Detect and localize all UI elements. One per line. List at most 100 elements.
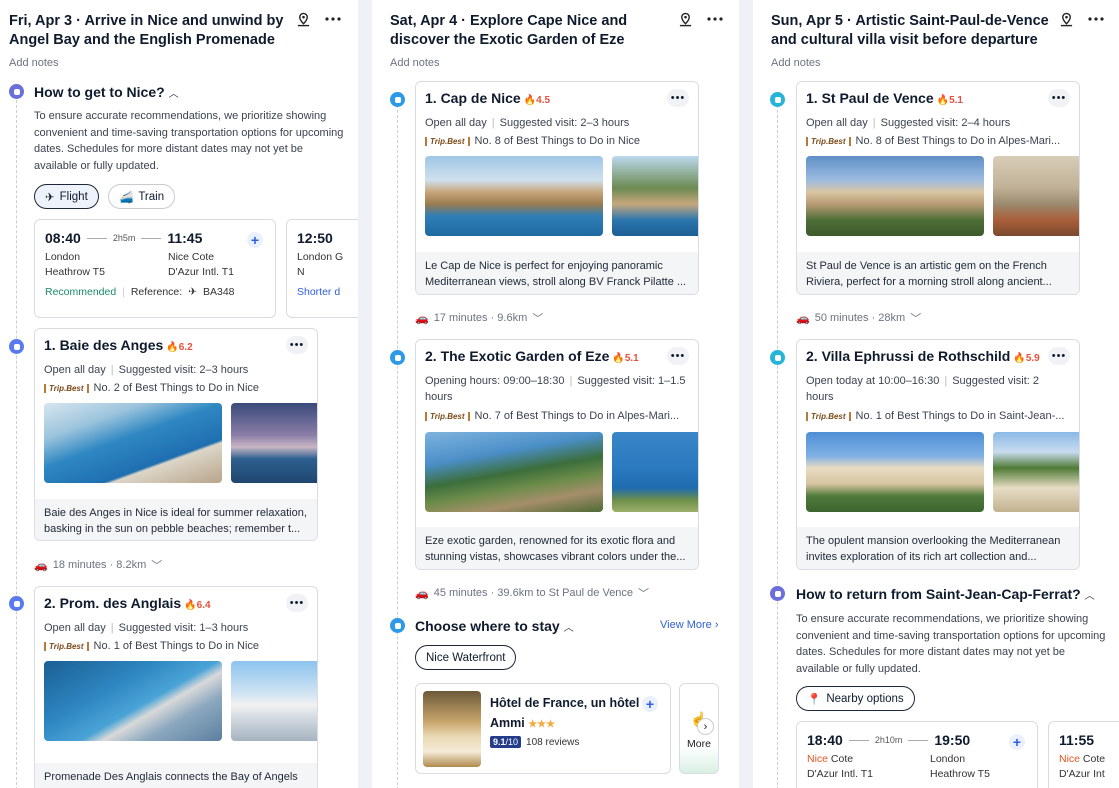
return-section-toggle[interactable]: How to return from Saint-Jean-Cap-Ferrat… bbox=[796, 586, 1095, 602]
add-notes-link[interactable]: Add notes bbox=[390, 57, 440, 69]
filter-chip[interactable]: 📍 Nearby options bbox=[796, 686, 915, 711]
attraction-photo[interactable] bbox=[993, 156, 1079, 236]
add-flight-button[interactable]: + bbox=[247, 232, 263, 248]
view-more-link[interactable]: View More › bbox=[660, 619, 719, 631]
attraction-photo[interactable] bbox=[231, 403, 317, 483]
attraction-photo[interactable] bbox=[806, 432, 984, 512]
attraction-card[interactable]: 1. Cap de Nice 🔥4.5 ••• Open all day | Sugg… bbox=[415, 81, 699, 295]
transport-icon bbox=[9, 84, 24, 99]
attraction-description: St Paul de Vence is an artistic gem on t… bbox=[797, 252, 1079, 294]
departure-time: 08:40 bbox=[45, 230, 81, 246]
location-pin-icon: 📍 bbox=[807, 693, 822, 706]
attraction-title: 1. Baie des Anges bbox=[44, 337, 164, 353]
attraction-photo[interactable] bbox=[425, 156, 603, 236]
more-options-icon[interactable]: ••• bbox=[667, 347, 689, 365]
attraction-photo[interactable] bbox=[806, 156, 984, 236]
departure-time: 18:40 bbox=[807, 732, 843, 748]
attraction-title: 1. Cap de Nice bbox=[425, 90, 521, 106]
more-options-icon[interactable]: ••• bbox=[1048, 347, 1070, 365]
add-notes-link[interactable]: Add notes bbox=[9, 57, 59, 69]
flight-option-card[interactable]: 12:50 London G N Shorter d bbox=[286, 219, 358, 318]
attraction-description: The opulent mansion overlooking the Medi… bbox=[797, 527, 1079, 569]
attraction-photo[interactable] bbox=[231, 661, 317, 741]
attraction-title: 2. Villa Ephrussi de Rothschild bbox=[806, 348, 1011, 364]
travel-info[interactable]: 🚗 45 minutes · 39.6km to St Paul de Vence… bbox=[415, 585, 649, 601]
tab-flight[interactable]: ✈ Flight bbox=[34, 184, 99, 209]
day-title: Sat, Apr 4 · Explore Cape Nice and disco… bbox=[390, 13, 628, 48]
travel-info[interactable]: 🚗 17 minutes · 9.6km ﹀ bbox=[415, 310, 543, 326]
attraction-card[interactable]: 2. Villa Ephrussi de Rothschild 🔥5.9 ••• … bbox=[796, 339, 1080, 570]
flight-option-card[interactable]: 08:40 2h5m 11:45 + London Heathrow T5 Nic… bbox=[34, 219, 276, 318]
trip-best-badge: Trip.Best bbox=[806, 411, 851, 421]
add-notes-link[interactable]: Add notes bbox=[771, 57, 821, 69]
attraction-card[interactable]: 2. The Exotic Garden of Eze 🔥5.1 ••• Open… bbox=[415, 339, 699, 570]
chevron-right-icon: › bbox=[714, 619, 719, 631]
attraction-icon bbox=[9, 339, 24, 354]
more-options-icon[interactable]: ••• bbox=[1048, 89, 1070, 107]
day-title: Sun, Apr 5 · Artistic Saint-Paul-de-Venc… bbox=[771, 13, 1049, 48]
popularity-score: 🔥4.5 bbox=[523, 95, 551, 106]
attraction-card[interactable]: 1. St Paul de Vence 🔥5.1 ••• Open all day… bbox=[796, 81, 1080, 295]
hotel-card[interactable]: Hôtel de France, un hôtel Ammi ★★★ + 9.1… bbox=[415, 683, 671, 774]
trip-best-badge: Trip.Best bbox=[425, 411, 470, 421]
timeline-line bbox=[777, 100, 778, 788]
more-options-icon[interactable] bbox=[324, 10, 342, 28]
day-column-3: Sun, Apr 5 · Artistic Saint-Paul-de-Venc… bbox=[753, 0, 1119, 788]
map-pin-icon[interactable] bbox=[676, 10, 694, 28]
day-column-1: Fri, Apr 3 · Arrive in Nice and unwind b… bbox=[0, 0, 358, 788]
trip-best-badge: Trip.Best bbox=[44, 641, 89, 651]
more-options-icon[interactable] bbox=[1087, 10, 1105, 28]
chevron-up-icon: ︿ bbox=[563, 623, 574, 634]
car-icon: 🚗 bbox=[415, 587, 429, 600]
attraction-icon bbox=[390, 92, 405, 107]
more-options-icon[interactable]: ••• bbox=[286, 336, 308, 354]
more-options-icon[interactable] bbox=[706, 10, 724, 28]
transport-icon bbox=[770, 586, 785, 601]
return-description: To ensure accurate recommendations, we p… bbox=[796, 613, 1106, 675]
attraction-card[interactable]: 2. Prom. des Anglais 🔥6.4 ••• Open all da… bbox=[34, 586, 318, 788]
popularity-score: 🔥6.2 bbox=[166, 342, 193, 353]
map-pin-icon[interactable] bbox=[294, 10, 312, 28]
more-hotels-button[interactable]: ☝ › More bbox=[679, 683, 719, 774]
chevron-down-icon: ﹀ bbox=[532, 313, 544, 325]
add-flight-button[interactable]: + bbox=[1009, 734, 1025, 750]
flight-option-card[interactable]: 18:40 2h10m 19:50 + Nice Cote D'Azur Intl… bbox=[796, 721, 1038, 788]
attraction-photo[interactable] bbox=[44, 403, 222, 483]
chevron-up-icon: ︿ bbox=[1084, 591, 1095, 602]
day-column-2: Sat, Apr 4 · Explore Cape Nice and disco… bbox=[372, 0, 739, 788]
flight-duration: 2h5m bbox=[112, 233, 136, 243]
transport-section-toggle[interactable]: How to get to Nice? ︿ bbox=[34, 84, 179, 100]
attraction-title: 2. The Exotic Garden of Eze bbox=[425, 348, 610, 364]
attraction-photo[interactable] bbox=[993, 432, 1079, 512]
attraction-description: Promenade Des Anglais connects the Bay o… bbox=[35, 763, 317, 788]
attraction-photo[interactable] bbox=[612, 432, 698, 512]
attraction-icon bbox=[9, 596, 24, 611]
filter-chip[interactable]: Nice Waterfront bbox=[415, 645, 517, 670]
timeline-line bbox=[16, 100, 17, 788]
attraction-icon bbox=[390, 350, 405, 365]
attraction-photo[interactable] bbox=[425, 432, 603, 512]
trip-best-badge: Trip.Best bbox=[44, 383, 89, 393]
add-hotel-button[interactable]: + bbox=[642, 696, 658, 712]
chevron-down-icon: ﹀ bbox=[910, 313, 922, 325]
hotel-photo[interactable] bbox=[423, 691, 481, 767]
arrival-time: 19:50 bbox=[934, 732, 971, 748]
trip-best-badge: Trip.Best bbox=[806, 136, 851, 146]
attraction-card[interactable]: 1. Baie des Anges 🔥6.2 ••• Open all day | S… bbox=[34, 328, 318, 541]
attraction-title: 2. Prom. des Anglais bbox=[44, 595, 182, 611]
more-options-icon[interactable]: ••• bbox=[667, 89, 689, 107]
transport-description: To ensure accurate recommendations, we p… bbox=[34, 110, 344, 172]
attraction-photo[interactable] bbox=[44, 661, 222, 741]
popularity-score: 🔥6.4 bbox=[184, 600, 211, 611]
stay-section-toggle[interactable]: Choose where to stay ︿ bbox=[415, 618, 574, 634]
tab-train[interactable]: 🚄 Train bbox=[108, 184, 176, 209]
more-options-icon[interactable]: ••• bbox=[286, 594, 308, 612]
attraction-photo[interactable] bbox=[612, 156, 698, 236]
map-pin-icon[interactable] bbox=[1057, 10, 1075, 28]
trip-best-badge: Trip.Best bbox=[425, 136, 470, 146]
flight-option-card[interactable]: 11:55 Nice Cote D'Azur Int bbox=[1048, 721, 1119, 788]
travel-info[interactable]: 🚗 18 minutes · 8.2km ﹀ bbox=[34, 557, 162, 573]
travel-info[interactable]: 🚗 50 minutes · 28km ﹀ bbox=[796, 310, 921, 326]
car-icon: 🚗 bbox=[415, 312, 429, 325]
recommended-tag: Recommended bbox=[45, 286, 117, 298]
